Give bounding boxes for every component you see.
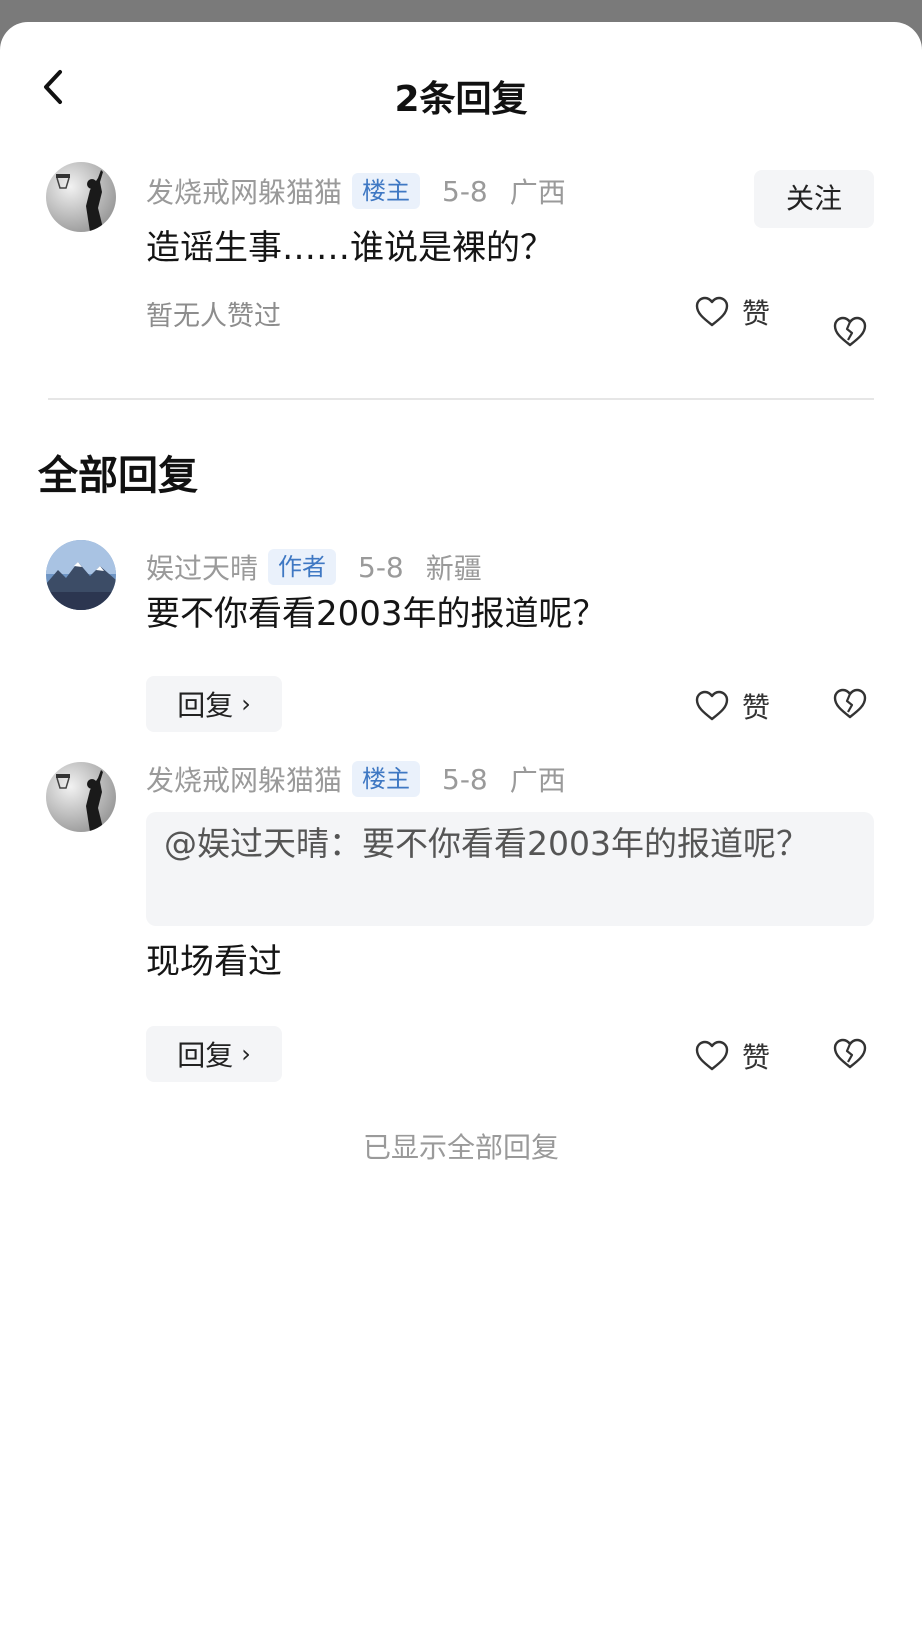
heart-icon — [695, 1040, 729, 1071]
broken-heart-icon[interactable] — [832, 1036, 868, 1072]
reply-label: 回复 — [177, 689, 234, 722]
username[interactable]: 娱过天晴 — [146, 547, 258, 587]
like-label: 赞 — [742, 1041, 771, 1074]
username[interactable]: 发烧戒网躲猫猫 — [146, 759, 342, 799]
quoted-reply: @娱过天晴：要不你看看2003年的报道呢？ — [146, 812, 874, 926]
op-badge: 楼主 — [352, 173, 421, 209]
like-button[interactable]: 赞 — [694, 686, 770, 726]
section-title: 全部回复 — [38, 453, 198, 499]
reply-label: 回复 — [177, 1039, 234, 1072]
header: 2条回复 — [0, 22, 922, 152]
username[interactable]: 发烧戒网躲猫猫 — [146, 171, 342, 211]
divider — [48, 398, 874, 400]
like-label: 赞 — [742, 691, 771, 724]
follow-button[interactable]: 关注 — [754, 170, 874, 228]
avatar[interactable] — [46, 762, 116, 832]
avatar[interactable] — [46, 540, 116, 610]
comment-content: 造谣生事……谁说是裸的？ — [146, 228, 554, 268]
comment-location: 广西 — [509, 176, 566, 209]
reply-meta: 发烧戒网躲猫猫 楼主 5-8 广西 — [146, 760, 566, 798]
likes-summary: 暂无人赞过 — [146, 301, 281, 332]
like-button[interactable]: 赞 — [694, 292, 770, 332]
like-label: 赞 — [742, 297, 771, 330]
broken-heart-icon[interactable] — [832, 686, 868, 722]
page-title: 2条回复 — [394, 79, 528, 120]
reply-location: 新疆 — [425, 552, 482, 585]
reply-button[interactable]: 回复 › — [146, 676, 282, 732]
quote-text: @娱过天晴：要不你看看2003年的报道呢？ — [164, 824, 809, 863]
broken-heart-icon[interactable] — [832, 314, 868, 350]
comment-date: 5-8 — [442, 174, 488, 208]
comment-meta: 发烧戒网躲猫猫 楼主 5-8 广西 — [146, 172, 566, 210]
reply-meta: 娱过天晴 作者 5-8 新疆 — [146, 548, 482, 586]
reply-sheet: 2条回复 发烧戒网躲猫猫 楼主 5-8 广西 关注 造谣生事……谁说是裸的？ 暂… — [0, 22, 922, 1650]
reply-button[interactable]: 回复 › — [146, 1026, 282, 1082]
avatar[interactable] — [46, 162, 116, 232]
all-replies-shown-text: 已显示全部回复 — [362, 1131, 559, 1164]
reply-location: 广西 — [509, 764, 566, 797]
reply-date: 5-8 — [358, 550, 404, 584]
author-badge: 作者 — [268, 549, 337, 585]
chevron-right-icon: › — [241, 1040, 251, 1068]
heart-icon — [695, 690, 729, 721]
heart-icon — [695, 296, 729, 327]
chevron-right-icon: › — [241, 690, 251, 718]
reply-content: 要不你看看2003年的报道呢？ — [146, 594, 607, 634]
like-button[interactable]: 赞 — [694, 1036, 770, 1076]
reply-content: 现场看过 — [146, 942, 282, 982]
op-badge: 楼主 — [352, 761, 421, 797]
reply-date: 5-8 — [442, 762, 488, 796]
